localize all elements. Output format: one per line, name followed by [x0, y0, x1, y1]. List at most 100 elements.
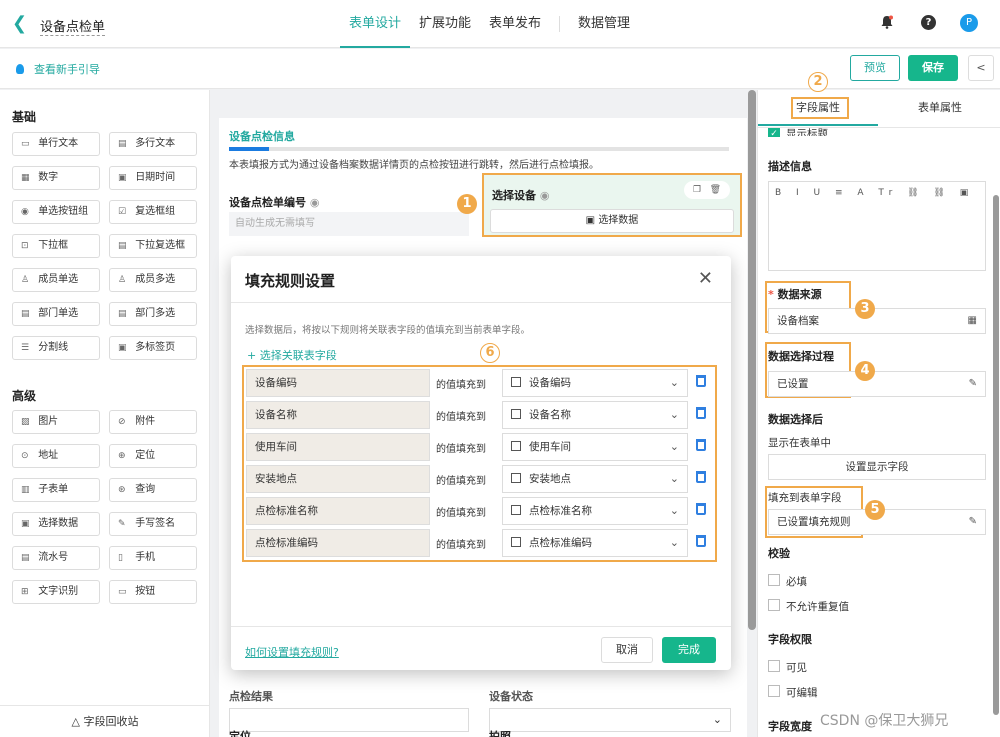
- rule-target-select[interactable]: 点检标准名称 ⌄: [502, 497, 688, 525]
- done-button[interactable]: 完成: [662, 637, 716, 663]
- select-data-button[interactable]: ▣ 选择数据: [490, 209, 734, 233]
- cancel-button[interactable]: 取消: [601, 637, 653, 663]
- section-progress-bar: [229, 147, 729, 151]
- no-duplicate-checkbox[interactable]: [768, 599, 780, 611]
- rule-target-select[interactable]: 设备名称 ⌄: [502, 401, 688, 429]
- rule-target-label: 设备名称: [529, 409, 571, 421]
- rule-target-select[interactable]: 使用车间 ⌄: [502, 433, 688, 461]
- add-related-field-button[interactable]: + 选择关联表字段: [247, 347, 337, 363]
- dropdown-icon: ⊡: [21, 241, 29, 251]
- visible-checkbox[interactable]: [768, 660, 780, 672]
- bell-icon[interactable]: [880, 15, 894, 29]
- palette-item[interactable]: ▣ 日期时间: [109, 166, 197, 190]
- select-device-label: 选择设备 ◉: [492, 189, 550, 202]
- palette-item[interactable]: ⊛ 查询: [109, 478, 197, 502]
- palette-item[interactable]: ▣ 多标签页: [109, 336, 197, 360]
- rule-target-select[interactable]: 点检标准编码 ⌄: [502, 529, 688, 557]
- palette-item[interactable]: ▤ 多行文本: [109, 132, 197, 156]
- trash-icon[interactable]: 🗑: [710, 185, 721, 195]
- trash-icon[interactable]: [696, 535, 706, 547]
- description-editor[interactable]: B I U ≡ A Tr ⛓ ⛓ ▣: [768, 181, 986, 271]
- palette-item[interactable]: ▯ 手机: [109, 546, 197, 570]
- image-icon: ▨: [21, 417, 30, 427]
- canvas-scrollbar[interactable]: [748, 90, 756, 630]
- palette-item[interactable]: ▭ 按钮: [109, 580, 197, 604]
- field-recycle-bin[interactable]: △ 字段回收站: [0, 705, 210, 737]
- palette-item-label: 单选按钮组: [38, 206, 89, 217]
- set-display-fields-button[interactable]: 设置显示字段: [768, 454, 986, 480]
- palette-item[interactable]: ☑ 复选框组: [109, 200, 197, 224]
- help-link[interactable]: 如何设置填充规则?: [245, 644, 339, 660]
- attachment-icon: ⊘: [118, 417, 126, 427]
- palette-item[interactable]: ♙ 成员单选: [12, 268, 100, 292]
- palette-item[interactable]: ☰ 分割线: [12, 336, 100, 360]
- editor-toolbar[interactable]: B I U ≡ A Tr ⛓ ⛓ ▣: [775, 188, 974, 198]
- field-no-label[interactable]: 设备点检单编号 ◉: [229, 194, 319, 210]
- rule-target-select[interactable]: 设备编码 ⌄: [502, 369, 688, 397]
- palette-item[interactable]: ▤ 流水号: [12, 546, 100, 570]
- palette-item-label: 日期时间: [135, 172, 176, 183]
- palette-item[interactable]: ▨ 图片: [12, 410, 100, 434]
- copy-icon[interactable]: ❐: [693, 185, 701, 195]
- palette-item[interactable]: ▭ 单行文本: [12, 132, 100, 156]
- rule-mid-text: 的值填充到: [436, 412, 486, 423]
- palette-item[interactable]: ▤ 部门单选: [12, 302, 100, 326]
- palette-item[interactable]: ▣ 选择数据: [12, 512, 100, 536]
- palette-item[interactable]: ▥ 子表单: [12, 478, 100, 502]
- palette-item[interactable]: ♙ 成员多选: [109, 268, 197, 292]
- back-arrow-icon[interactable]: ❮: [12, 13, 27, 34]
- palette-item[interactable]: ▦ 数字: [12, 166, 100, 190]
- palette-item[interactable]: ⊘ 附件: [109, 410, 197, 434]
- palette-item-label: 流水号: [38, 552, 69, 563]
- editable-checkbox[interactable]: [768, 685, 780, 697]
- palette-item[interactable]: ◉ 单选按钮组: [12, 200, 100, 224]
- trash-icon[interactable]: [696, 503, 706, 515]
- tab-form-design[interactable]: 表单设计: [340, 0, 411, 48]
- chevron-down-icon: ⌄: [669, 408, 679, 421]
- phone-icon: ▯: [118, 553, 123, 563]
- trash-icon[interactable]: [696, 407, 706, 419]
- source-select[interactable]: 设备档案 ▦: [768, 308, 986, 334]
- share-icon[interactable]: <: [968, 55, 994, 81]
- close-icon[interactable]: ✕: [698, 268, 713, 289]
- status-select[interactable]: ⌄: [489, 708, 731, 732]
- trash-icon[interactable]: [696, 375, 706, 387]
- tab-data-manage[interactable]: 数据管理: [569, 0, 639, 48]
- avatar[interactable]: P: [960, 14, 978, 32]
- trash-icon[interactable]: [696, 439, 706, 451]
- fill-rule-row: 点检标准名称 的值填充到 点检标准名称 ⌄: [246, 497, 716, 525]
- palette-item[interactable]: ⊞ 文字识别: [12, 580, 100, 604]
- palette-item[interactable]: ▤ 部门多选: [109, 302, 197, 326]
- rule-target-select[interactable]: 安装地点 ⌄: [502, 465, 688, 493]
- palette-item[interactable]: ▤ 下拉复选框: [109, 234, 197, 258]
- tab-publish[interactable]: 表单发布: [480, 0, 550, 48]
- save-button[interactable]: 保存: [908, 55, 958, 81]
- form-title[interactable]: 设备点检单: [40, 16, 106, 36]
- help-icon[interactable]: ?: [921, 15, 936, 30]
- trash-icon[interactable]: [696, 471, 706, 483]
- tab-extensions[interactable]: 扩展功能: [410, 0, 480, 48]
- permission-label: 字段权限: [768, 633, 812, 646]
- required-checkbox[interactable]: [768, 574, 780, 586]
- tabs-icon: ▣: [118, 343, 127, 353]
- process-field[interactable]: 已设置 ✎: [768, 371, 986, 397]
- location-label[interactable]: 定位: [229, 728, 251, 737]
- preview-button[interactable]: 预览: [850, 55, 900, 81]
- palette-item[interactable]: ⊙ 地址: [12, 444, 100, 468]
- status-label[interactable]: 设备状态: [489, 688, 533, 704]
- palette-item[interactable]: ⊡ 下拉框: [12, 234, 100, 258]
- panel-scrollbar[interactable]: [993, 195, 999, 715]
- select-device-field[interactable]: 选择设备 ◉ ❐ 🗑 ▣ 选择数据: [482, 173, 742, 237]
- photo-label[interactable]: 拍照: [489, 728, 511, 737]
- palette-item-label: 下拉复选框: [135, 240, 186, 251]
- desc-label: 描述信息: [768, 160, 812, 173]
- result-label[interactable]: 点检结果: [229, 688, 273, 704]
- guide-link[interactable]: 查看新手引导: [16, 61, 100, 77]
- section-title[interactable]: 设备点检信息: [229, 128, 295, 144]
- show-title-checkbox[interactable]: ✓: [768, 128, 780, 139]
- palette-item[interactable]: ⊕ 定位: [109, 444, 197, 468]
- result-input[interactable]: [229, 708, 469, 732]
- palette-item-label: 手写签名: [135, 518, 176, 529]
- palette-item[interactable]: ✎ 手写签名: [109, 512, 197, 536]
- tab-form-properties[interactable]: 表单属性: [880, 90, 1000, 126]
